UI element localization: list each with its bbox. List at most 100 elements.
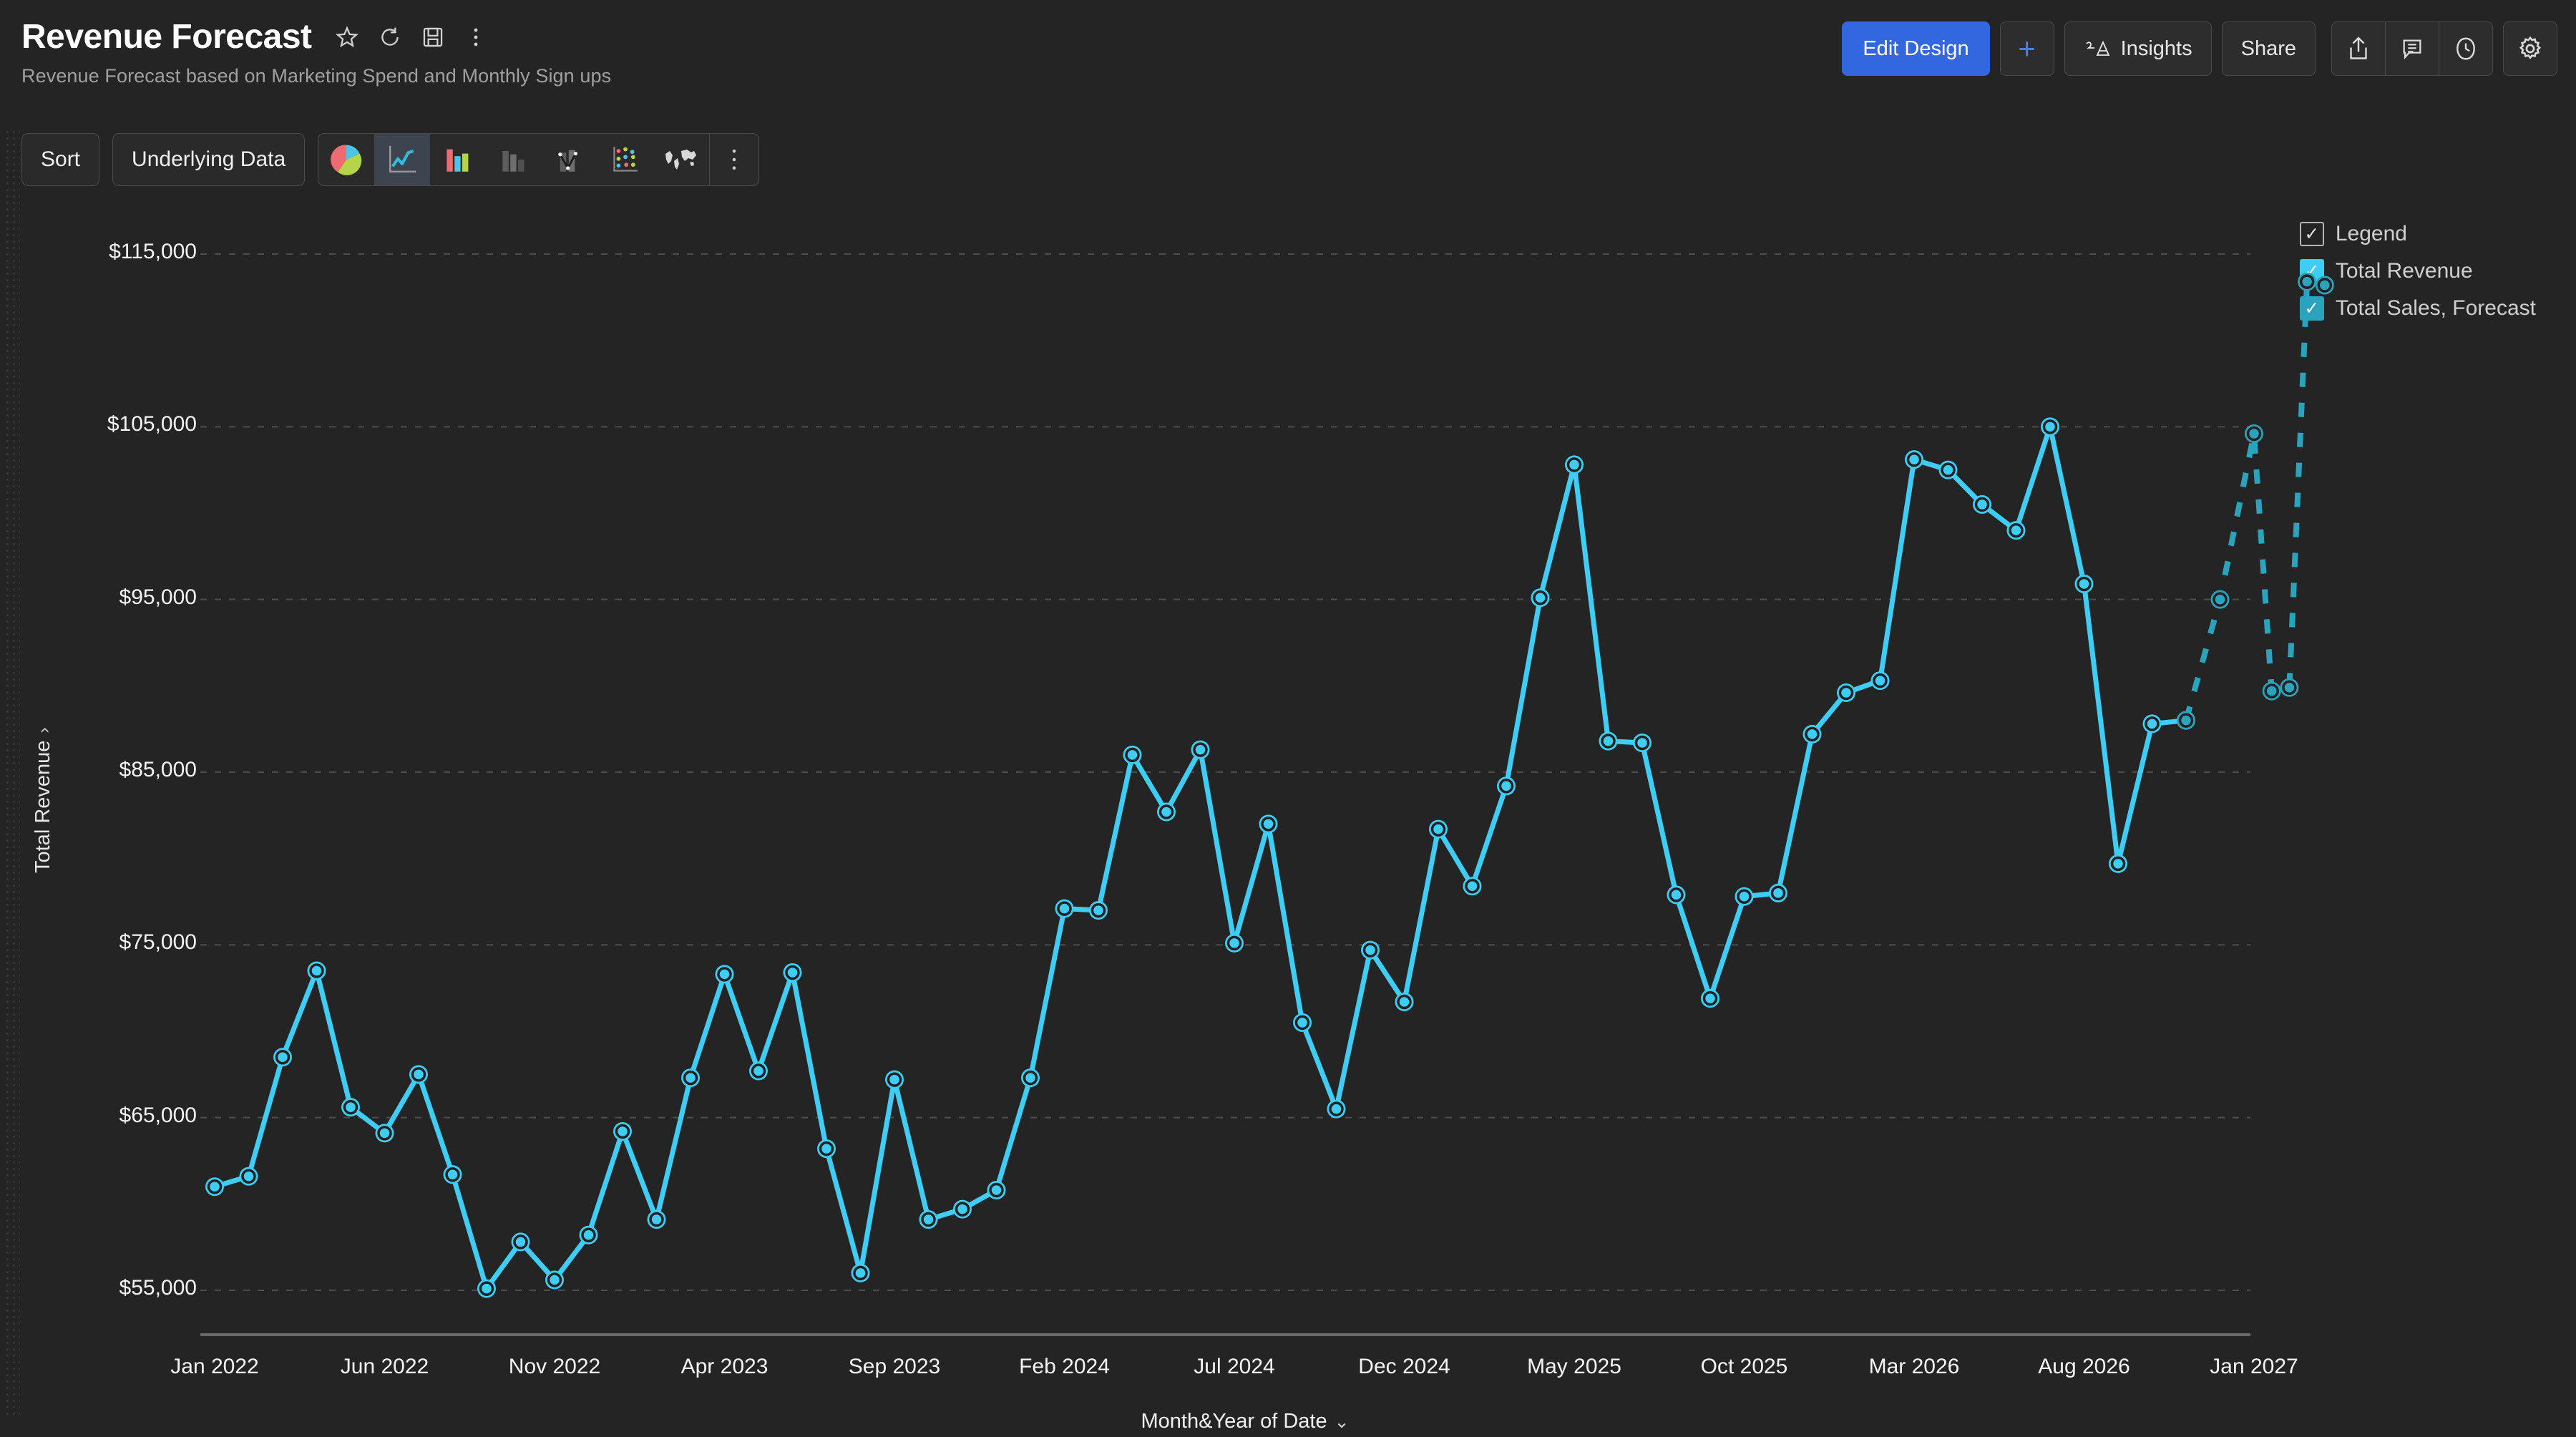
data-point-marker[interactable] bbox=[205, 1177, 224, 1197]
data-point-marker[interactable] bbox=[443, 1165, 462, 1184]
alert-clock-icon bbox=[2457, 37, 2475, 60]
line-chart-icon bbox=[389, 145, 416, 172]
data-point-marker[interactable] bbox=[1531, 588, 1550, 608]
data-point-marker[interactable] bbox=[647, 1210, 666, 1229]
x-axis-tick-label: Apr 2023 bbox=[680, 1355, 769, 1378]
data-point-marker[interactable] bbox=[953, 1199, 972, 1219]
data-point-marker[interactable] bbox=[1225, 933, 1244, 953]
data-point-marker[interactable] bbox=[1870, 671, 1890, 691]
y-axis-title[interactable]: Total Revenue› bbox=[31, 727, 55, 873]
data-point-marker[interactable] bbox=[1463, 877, 1482, 896]
data-point-marker[interactable] bbox=[1191, 740, 1210, 759]
data-point-marker[interactable] bbox=[1701, 989, 1719, 1008]
star-icon[interactable] bbox=[335, 25, 359, 49]
data-point-marker[interactable] bbox=[1667, 885, 1686, 905]
viz-pie-chart[interactable] bbox=[318, 134, 374, 185]
data-point-marker[interactable] bbox=[307, 961, 326, 980]
data-point-marker[interactable] bbox=[987, 1181, 1006, 1200]
data-point-marker[interactable] bbox=[1837, 683, 1855, 702]
data-point-marker[interactable] bbox=[1361, 940, 1380, 960]
data-point-marker[interactable] bbox=[477, 1279, 496, 1298]
x-axis-tick-label: Jan 2022 bbox=[170, 1355, 259, 1378]
y-axis-tick-label: $65,000 bbox=[119, 1103, 197, 1127]
viz-combo-chart[interactable] bbox=[542, 134, 597, 185]
save-icon[interactable] bbox=[421, 25, 445, 49]
edit-design-button[interactable]: Edit Design bbox=[1842, 21, 1990, 76]
data-point-marker[interactable] bbox=[2109, 854, 2127, 873]
data-point-marker[interactable] bbox=[273, 1048, 292, 1067]
data-point-marker[interactable] bbox=[1769, 883, 1787, 902]
add-button[interactable]: + bbox=[1999, 21, 2054, 76]
data-point-marker[interactable] bbox=[715, 965, 734, 984]
y-axis-tick-label: $95,000 bbox=[119, 585, 197, 609]
data-point-marker[interactable] bbox=[1497, 776, 1516, 796]
chevron-down-icon: ⌄ bbox=[1334, 1412, 1350, 1432]
data-point-marker[interactable] bbox=[919, 1210, 938, 1229]
insights-button[interactable]: Insights bbox=[2064, 21, 2212, 76]
data-point-marker[interactable] bbox=[1633, 733, 1652, 752]
data-point-marker[interactable] bbox=[1157, 802, 1176, 822]
data-point-marker[interactable] bbox=[885, 1070, 904, 1089]
data-point-marker[interactable] bbox=[817, 1139, 836, 1159]
data-point-marker[interactable] bbox=[1395, 992, 1414, 1011]
data-point-marker[interactable] bbox=[1735, 887, 1754, 906]
data-point-marker[interactable] bbox=[2210, 590, 2230, 609]
alert-clock-button[interactable] bbox=[2439, 21, 2493, 76]
viz-more-button[interactable] bbox=[710, 134, 758, 185]
data-point-marker[interactable] bbox=[579, 1225, 598, 1244]
data-point-marker[interactable] bbox=[511, 1232, 530, 1252]
data-point-marker[interactable] bbox=[545, 1270, 564, 1290]
x-axis-tick-label: Jan 2027 bbox=[2210, 1355, 2298, 1378]
more-vertical-icon[interactable] bbox=[464, 25, 488, 49]
page-title: Revenue Forecast bbox=[21, 18, 312, 56]
data-point-marker[interactable] bbox=[2315, 276, 2334, 295]
data-point-marker[interactable] bbox=[1938, 460, 1958, 479]
data-point-marker[interactable] bbox=[2177, 711, 2195, 730]
comment-button[interactable] bbox=[2385, 21, 2439, 76]
refresh-icon[interactable] bbox=[378, 25, 402, 49]
data-point-marker[interactable] bbox=[1123, 745, 1142, 764]
data-point-marker[interactable] bbox=[1973, 495, 1991, 514]
header: Revenue Forecast Revenue Forecast based … bbox=[21, 17, 611, 87]
viz-map-chart[interactable] bbox=[653, 134, 709, 185]
data-point-marker[interactable] bbox=[2280, 678, 2299, 697]
x-axis-title[interactable]: Month&Year of Date ⌄ bbox=[1141, 1410, 1349, 1433]
viz-column-chart[interactable] bbox=[486, 134, 542, 185]
data-point-marker[interactable] bbox=[1599, 731, 1618, 751]
data-point-marker[interactable] bbox=[1055, 899, 1074, 918]
data-point-marker[interactable] bbox=[749, 1061, 768, 1081]
data-point-marker[interactable] bbox=[409, 1065, 428, 1084]
data-point-marker[interactable] bbox=[2298, 272, 2317, 291]
viz-bar-chart[interactable] bbox=[430, 134, 486, 185]
data-point-marker[interactable] bbox=[2041, 417, 2059, 437]
data-point-marker[interactable] bbox=[1089, 901, 1108, 920]
data-point-marker[interactable] bbox=[1327, 1099, 1346, 1119]
data-point-marker[interactable] bbox=[1021, 1068, 1040, 1088]
data-point-marker[interactable] bbox=[1802, 724, 1822, 744]
sort-button[interactable]: Sort bbox=[21, 133, 100, 186]
data-point-marker[interactable] bbox=[239, 1166, 258, 1186]
share-export-button[interactable] bbox=[2331, 21, 2386, 76]
data-point-marker[interactable] bbox=[2074, 574, 2094, 593]
data-point-marker[interactable] bbox=[681, 1068, 700, 1088]
data-point-marker[interactable] bbox=[1565, 455, 1584, 474]
underlying-data-button[interactable]: Underlying Data bbox=[112, 133, 306, 186]
share-button[interactable]: Share bbox=[2221, 21, 2316, 76]
data-point-marker[interactable] bbox=[613, 1121, 632, 1141]
viz-scatter-chart[interactable] bbox=[597, 134, 653, 185]
data-point-marker[interactable] bbox=[375, 1124, 394, 1143]
viz-line-chart[interactable] bbox=[374, 134, 431, 185]
settings-button[interactable] bbox=[2503, 21, 2557, 76]
data-point-marker[interactable] bbox=[1259, 814, 1278, 834]
data-point-marker[interactable] bbox=[1293, 1013, 1312, 1032]
data-point-marker[interactable] bbox=[341, 1098, 360, 1117]
data-point-marker[interactable] bbox=[1905, 450, 1923, 469]
data-point-marker[interactable] bbox=[2245, 424, 2263, 443]
data-point-marker[interactable] bbox=[2142, 714, 2162, 734]
data-point-marker[interactable] bbox=[1429, 819, 1448, 839]
chart-area: Total Revenue› $55,000 $65,000 $75,000 $85,… bbox=[0, 208, 2576, 1433]
data-point-marker[interactable] bbox=[2006, 521, 2026, 540]
data-point-marker[interactable] bbox=[2262, 681, 2281, 701]
data-point-marker[interactable] bbox=[851, 1263, 870, 1282]
data-point-marker[interactable] bbox=[783, 963, 802, 982]
